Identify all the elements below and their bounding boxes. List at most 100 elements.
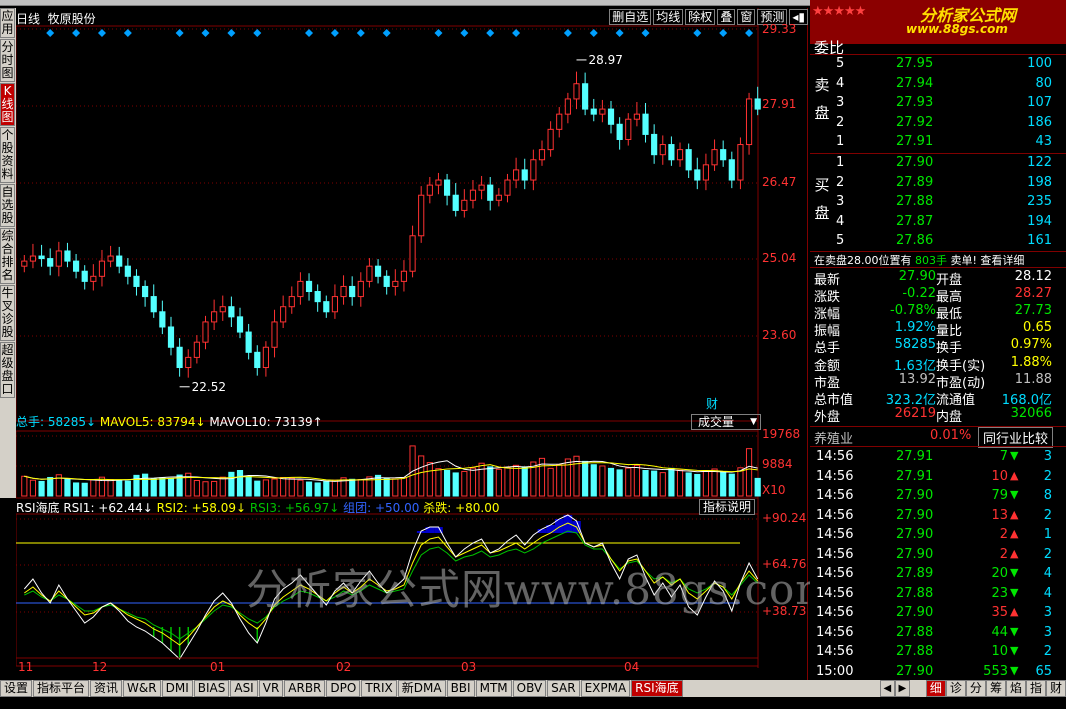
bottom-tab[interactable]: SAR (547, 680, 580, 697)
detail-tab[interactable]: 焰 (1005, 680, 1026, 697)
tick-time: 14:56 (816, 527, 854, 542)
volume-bar-up (513, 464, 520, 497)
tick-row[interactable]: 14:56 27.88 23 ▼ 4 (810, 585, 1066, 605)
volume-bar-up (599, 465, 606, 497)
sell-level-row[interactable]: 1 27.91 43 (810, 133, 1066, 153)
quote-value: 1.88% (1010, 354, 1052, 370)
sell-level-row[interactable]: 3 27.93 107 (810, 94, 1066, 114)
tick-row[interactable]: 14:56 27.91 7 ▼ 3 (810, 448, 1066, 468)
quote-value: 32066 (1010, 405, 1052, 421)
tick-count: 8 (1043, 488, 1052, 503)
quote-label: 外盘 (814, 409, 841, 425)
tick-row[interactable]: 14:56 27.89 20 ▼ 4 (810, 565, 1066, 585)
left-tab-profile[interactable]: 个股资料 (0, 127, 15, 183)
volume-bar-down (245, 475, 252, 497)
tick-count: 3 (1043, 605, 1052, 620)
volume-bar-down (720, 471, 727, 497)
arrow-down-icon: ▼ (1010, 663, 1019, 677)
buy-level-row[interactable]: 1 27.90 122 (810, 154, 1066, 174)
level-num: 2 (836, 114, 845, 130)
tick-row[interactable]: 14:56 27.90 2 ▲ 1 (810, 526, 1066, 546)
volume-bar-down (254, 480, 261, 497)
left-tab-ranking[interactable]: 综合排名 (0, 228, 15, 284)
bottom-tab[interactable]: BBI (446, 680, 475, 697)
level-num: 5 (836, 56, 845, 71)
candle-up (659, 144, 666, 156)
detail-tab[interactable]: 指 (1025, 680, 1046, 697)
bottom-tab[interactable]: W&R (123, 680, 161, 697)
candle-up (435, 179, 442, 186)
tick-volume: 20 (991, 566, 1008, 581)
rsi-tick-label: +64.76 (762, 557, 807, 571)
candle-up (357, 280, 364, 298)
ex-right-button[interactable]: 除权 (685, 9, 716, 25)
bottom-tab[interactable]: 资讯 (90, 680, 123, 697)
big-order-alert[interactable]: 在卖盘28.00位置有 803手 卖单! 查看详细 (814, 252, 1024, 268)
bottom-tab[interactable]: BIAS (193, 680, 230, 697)
bottom-tab[interactable]: 新DMA (397, 680, 446, 697)
site-url: www.88gs.com (906, 22, 1008, 36)
bottom-tab[interactable]: TRIX (361, 680, 397, 697)
bottom-tab[interactable]: 指标平台 (33, 680, 90, 697)
bottom-tab[interactable]: RSI海底 (631, 680, 683, 697)
tick-row[interactable]: 14:56 27.90 2 ▲ 2 (810, 546, 1066, 566)
left-tab-apps[interactable]: 应用 (0, 8, 15, 38)
buy-level-row[interactable]: 4 27.87 194 (810, 213, 1066, 233)
tick-row[interactable]: 14:56 27.90 13 ▲ 2 (810, 507, 1066, 527)
bottom-tab[interactable]: ARBR (284, 680, 326, 697)
tick-price: 27.90 (896, 488, 934, 503)
tick-row[interactable]: 14:56 27.90 35 ▲ 3 (810, 604, 1066, 624)
volume-bar-down (616, 469, 623, 497)
window-button[interactable]: 窗 (737, 9, 756, 25)
indicator-dropdown[interactable]: 成交量 ▼ (691, 414, 761, 430)
detail-tab[interactable]: 细 (925, 680, 946, 697)
bottom-tab[interactable]: DMI (161, 680, 193, 697)
candle-down (228, 306, 235, 318)
candle-down (142, 285, 149, 298)
candle-down (374, 265, 382, 277)
buy-level-row[interactable]: 3 27.88 235 (810, 193, 1066, 213)
volume-bar-up (400, 476, 408, 497)
detail-tab[interactable]: 分 (965, 680, 986, 697)
left-tab-watchlist[interactable]: 自选股 (0, 184, 15, 227)
sell-level-row[interactable]: 2 27.92 186 (810, 114, 1066, 134)
tick-price: 27.90 (896, 507, 934, 523)
tick-time: 14:56 (816, 624, 854, 640)
tick-price: 27.88 (896, 585, 934, 601)
bottom-tab[interactable]: MTM (475, 680, 512, 697)
tick-row[interactable]: 14:56 27.88 44 ▼ 3 (810, 624, 1066, 644)
left-tab-super-panel[interactable]: 超级盘口 (0, 342, 15, 398)
bottom-tab[interactable]: VR (258, 680, 284, 697)
left-tab-diagnose[interactable]: 牛叉诊股 (0, 285, 15, 341)
indicator-help-button[interactable]: 指标说明 (699, 499, 755, 515)
bottom-tab[interactable]: OBV (512, 680, 547, 697)
sell-level-row[interactable]: 5 27.95 100 (810, 55, 1066, 75)
buy-level-row[interactable]: 5 27.86 161 (810, 232, 1066, 252)
bottom-tab[interactable]: 设置 (0, 680, 33, 697)
tick-row[interactable]: 14:56 27.91 10 ▲ 2 (810, 468, 1066, 488)
ma-button[interactable]: 均线 (653, 9, 684, 25)
alert-link[interactable]: 卖单! 查看详细 (951, 254, 1025, 267)
bottom-tab[interactable]: DPO (326, 680, 361, 697)
overlay-button[interactable]: 叠 (717, 9, 736, 25)
detail-tab[interactable]: 财 (1045, 680, 1066, 697)
buy-level-row[interactable]: 2 27.89 198 (810, 174, 1066, 194)
tick-row[interactable]: 14:56 27.90 79 ▼ 8 (810, 487, 1066, 507)
high-price-label: 28.97 (589, 53, 623, 67)
scroll-right-icon[interactable]: ▶ (894, 680, 910, 697)
level-volume: 80 (1035, 75, 1052, 91)
kline-chart-svg[interactable]: 28.97 22.52 财 (16, 8, 808, 680)
left-tab-intraday[interactable]: 分时图 (0, 39, 15, 82)
bottom-tab[interactable]: ASI (230, 680, 258, 697)
tick-row[interactable]: 14:56 27.88 10 ▼ 2 (810, 643, 1066, 663)
left-tab-kline[interactable]: K线图 (0, 83, 15, 126)
scroll-left-icon[interactable]: ◀ (879, 680, 895, 697)
industry-compare-button[interactable]: 同行业比较 (978, 427, 1054, 448)
sell-level-row[interactable]: 4 27.94 80 (810, 75, 1066, 95)
detail-tab[interactable]: 筹 (985, 680, 1006, 697)
detail-tab[interactable]: 诊 (945, 680, 966, 697)
bottom-tab[interactable]: EXPMA (580, 680, 631, 697)
quote-value: 0.65 (1023, 320, 1052, 336)
chart-area[interactable]: 28.97 22.52 财 日线 牧原股份 删自选 均线 除权 叠 窗 预测 ◂▮ … (16, 8, 835, 680)
remove-watchlist-button[interactable]: 删自选 (609, 9, 652, 25)
